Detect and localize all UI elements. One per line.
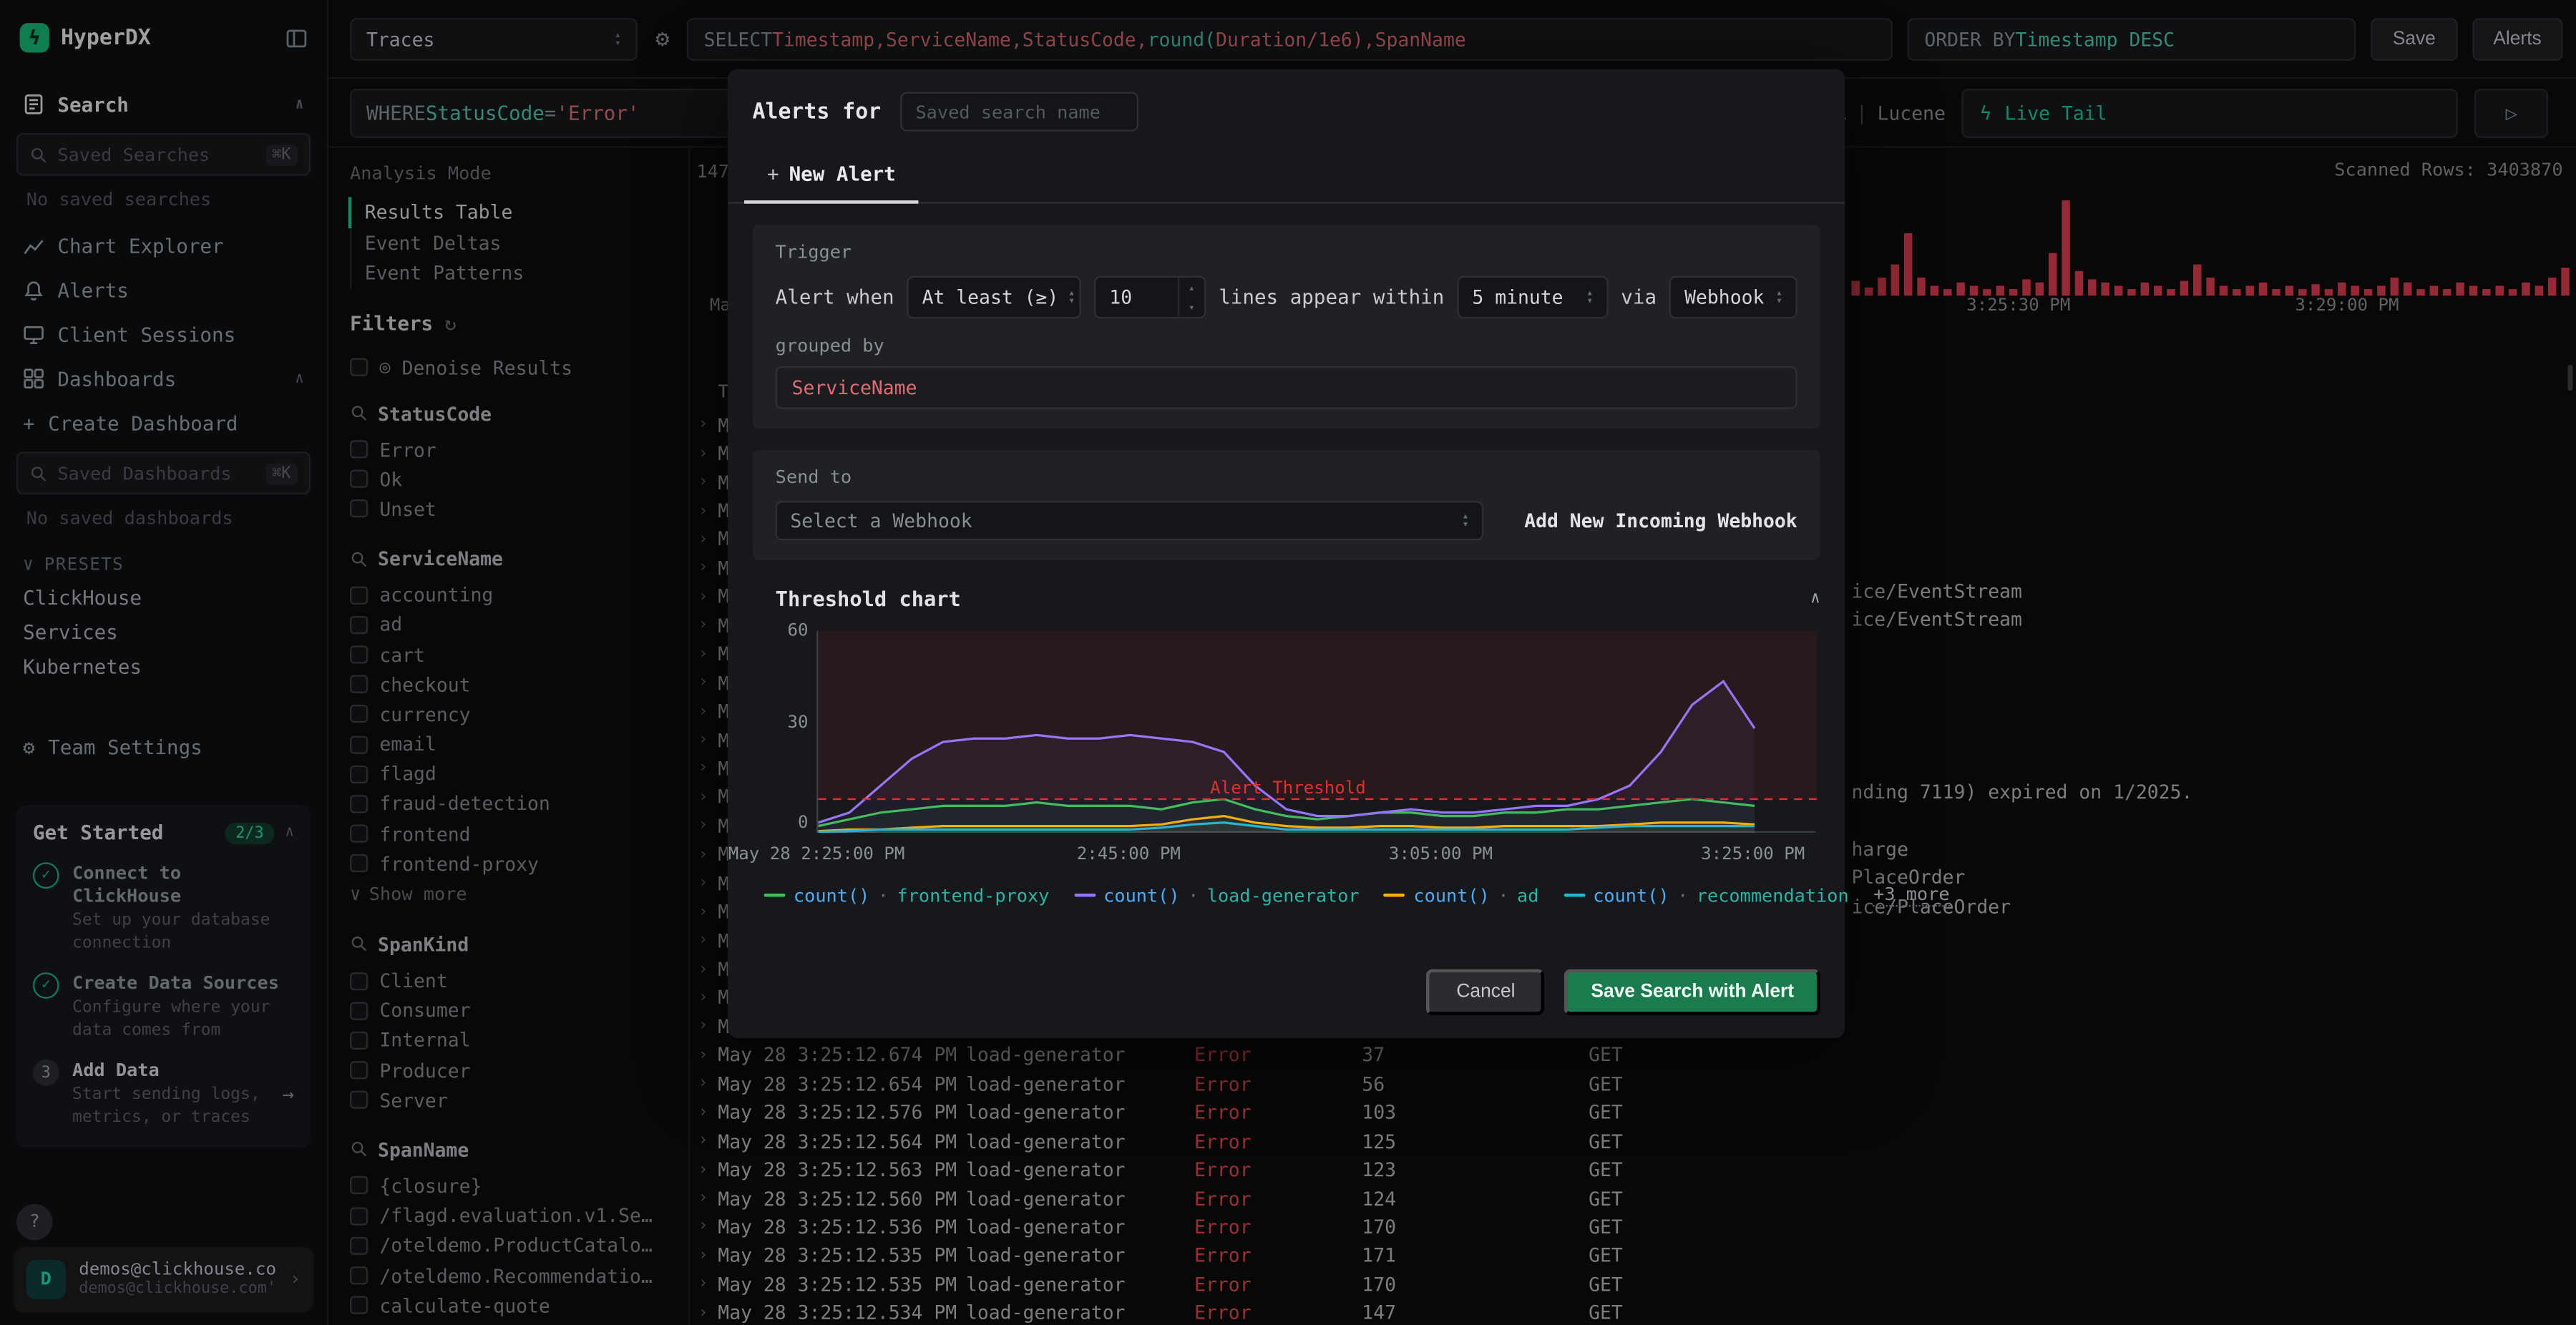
legend-series-name: load-generator <box>1206 884 1360 906</box>
legend-more-link[interactable]: +3 more <box>1873 884 1950 907</box>
collapse-chevron-icon[interactable]: ∧ <box>1810 590 1820 607</box>
appear-within-text: lines appear within <box>1219 285 1445 309</box>
time-window-value: 5 minute <box>1472 285 1563 309</box>
x-axis-labels: May 28 2:25:00 PM 2:45:00 PM 3:05:00 PM 3:2… <box>728 844 1815 867</box>
legend-series-name: recommendation <box>1696 884 1849 906</box>
x-axis-label: 3:25:00 PM <box>1701 844 1805 864</box>
y-axis-labels: 60 30 0 <box>753 621 809 834</box>
save-search-with-alert-button[interactable]: Save Search with Alert <box>1564 969 1820 1015</box>
legend-entries: count() · frontend-proxy count() · load-… <box>763 884 1849 906</box>
trigger-label: Trigger <box>775 241 852 263</box>
legend-series-dash <box>1384 893 1405 897</box>
saved-search-name-input[interactable] <box>900 92 1139 132</box>
alert-when-text: Alert when <box>775 285 894 309</box>
y-axis-label: 0 <box>798 813 809 833</box>
legend-entry[interactable]: count() · recommendation <box>1563 884 1849 906</box>
add-webhook-link[interactable]: Add New Incoming Webhook <box>1524 509 1797 532</box>
chart-plot-area[interactable]: Alert Threshold <box>816 630 1818 833</box>
chart-legend: count() · frontend-proxy count() · load-… <box>763 884 1950 907</box>
condition-value: At least (≥) <box>922 285 1059 309</box>
plus-icon: + <box>767 162 779 186</box>
threshold-chart: 60 30 0 Alert Threshold May 28 2:25:00 PM 2… <box>728 621 1820 867</box>
legend-dot: · <box>877 884 889 906</box>
number-stepper[interactable]: ▴ ▾ <box>1177 278 1204 318</box>
x-axis-label: 2:45:00 PM <box>1076 844 1181 864</box>
trigger-panel: Trigger Alert when At least (≥) ▴▾ ▴▾ li… <box>752 225 1820 429</box>
modal-title: Alerts for <box>752 99 882 124</box>
legend-entry[interactable]: count() · frontend-proxy <box>763 884 1050 906</box>
legend-dot: · <box>1188 884 1199 906</box>
legend-series-dash <box>1563 893 1585 897</box>
legend-dot: · <box>1677 884 1689 906</box>
y-axis-label: 30 <box>787 713 809 733</box>
threshold-count-field[interactable] <box>1096 278 1178 318</box>
via-text: via <box>1621 285 1657 309</box>
webhook-select-value: Select a Webhook <box>790 509 972 532</box>
threshold-chart-title: Threshold chart <box>775 586 961 612</box>
webhook-select[interactable]: Select a Webhook ▴ ▾ <box>775 501 1484 541</box>
alert-tabs: + New Alert <box>728 151 1845 204</box>
select-chevrons-icon: ▴ ▾ <box>1462 509 1469 531</box>
legend-dot: · <box>1498 884 1509 906</box>
select-chevrons-icon: ▴ ▾ <box>1068 285 1075 308</box>
legend-series-dash <box>763 893 786 897</box>
legend-fn: count() <box>1593 884 1669 906</box>
legend-series-name: ad <box>1517 884 1539 906</box>
legend-fn: count() <box>1103 884 1180 906</box>
svg-text:Alert Threshold: Alert Threshold <box>1210 778 1366 798</box>
legend-fn: count() <box>793 884 870 906</box>
select-chevrons-icon: ▴ ▾ <box>1776 285 1783 308</box>
grouped-by-input[interactable]: ServiceName <box>775 366 1797 409</box>
grouped-by-value: ServiceName <box>791 376 917 399</box>
legend-entry[interactable]: count() · load-generator <box>1073 884 1360 906</box>
grouped-by-label: grouped by <box>775 335 884 357</box>
tab-label: New Alert <box>789 162 896 186</box>
alert-modal: Alerts for + New Alert Trigger Alert whe… <box>728 69 1950 1039</box>
legend-fn: count() <box>1413 884 1490 906</box>
tab-new-alert[interactable]: + New Alert <box>744 151 919 204</box>
channel-value: Webhook <box>1684 285 1765 309</box>
legend-series-name: frontend-proxy <box>897 884 1050 906</box>
send-to-label: Send to <box>775 466 852 488</box>
select-chevrons-icon: ▴ ▾ <box>1586 285 1594 308</box>
channel-select[interactable]: Webhook ▴ ▾ <box>1669 275 1797 319</box>
time-window-select[interactable]: 5 minute ▴ ▾ <box>1457 275 1608 319</box>
threshold-count-input[interactable]: ▴▾ <box>1094 275 1206 319</box>
condition-select[interactable]: At least (≥) ▴ ▾ <box>907 275 1082 319</box>
legend-entry[interactable]: count() · ad <box>1384 884 1538 906</box>
legend-series-dash <box>1073 893 1096 897</box>
threshold-chart-svg: Alert Threshold <box>818 630 1818 833</box>
x-axis-label: 3:05:00 PM <box>1388 844 1493 864</box>
cancel-button[interactable]: Cancel <box>1426 969 1546 1015</box>
y-axis-label: 60 <box>787 620 809 641</box>
send-to-panel: Send to Select a Webhook ▴ ▾ Add New Inco… <box>752 450 1820 560</box>
x-axis-label: May 28 2:25:00 PM <box>728 844 905 864</box>
app-root: ϟ HyperDX Search ∧ ⌘K No saved searches … <box>0 0 2576 1325</box>
